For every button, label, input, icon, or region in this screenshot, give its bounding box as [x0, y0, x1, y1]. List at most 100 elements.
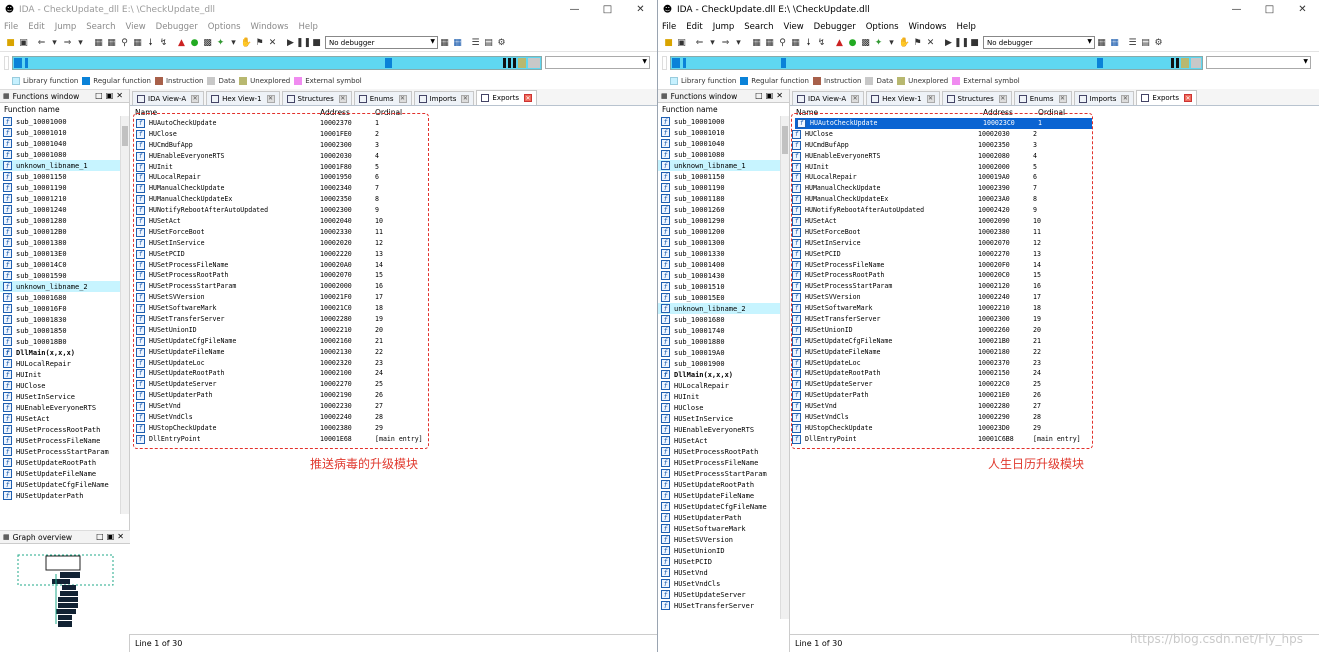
stack-icon[interactable]: ▤ [1139, 36, 1152, 50]
graph-icon[interactable]: ▲ [833, 36, 846, 50]
export-row[interactable]: f HUSetUnionID 10002260 20 [790, 325, 1319, 336]
menu-view[interactable]: View [783, 22, 803, 32]
export-row[interactable]: f HUSetUpdateServer 10002270 25 [130, 379, 657, 390]
down-arrow-icon[interactable]: 🠗 [802, 36, 815, 50]
function-list-item[interactable]: f DllMain(x,x,x) [0, 347, 129, 358]
export-row[interactable]: f HUSetUpdateLoc 10002320 23 [130, 358, 657, 369]
function-list-item[interactable]: f HUSetProcessStartParam [658, 468, 789, 479]
panel-controls[interactable]: □▣✕ [755, 91, 786, 100]
export-row[interactable]: f HUSetProcessStartParam 10002120 16 [790, 281, 1319, 292]
function-list-item[interactable]: f HUSetUnionID [658, 545, 789, 556]
export-row[interactable]: f HUSetAct 10002040 10 [130, 216, 657, 227]
open-folder-icon[interactable]: ■ [4, 36, 17, 50]
function-list-item[interactable]: f sub_10001190 [0, 182, 129, 193]
close-icon[interactable]: ✕ [266, 94, 275, 103]
function-list-item[interactable]: f sub_10001190 [658, 182, 789, 193]
search-icon[interactable]: ⚲ [776, 36, 789, 50]
function-list-item[interactable]: f HUSetProcessFileName [658, 457, 789, 468]
export-row[interactable]: f HUSetProcessStartParam 10002000 16 [130, 281, 657, 292]
function-list-item[interactable]: f sub_10001900 [658, 358, 789, 369]
text-search-icon[interactable]: ▦ [763, 36, 776, 50]
next-search-icon[interactable]: ▦ [789, 36, 802, 50]
tab-structures[interactable]: Structures ✕ [281, 91, 352, 105]
export-row[interactable]: f HUNotifyRebootAfterAutoUpdated 10002420 9 [790, 205, 1319, 216]
function-list-item[interactable]: f HUSetUpdateRootPath [0, 457, 129, 468]
tab-imports[interactable]: Imports ✕ [1073, 91, 1135, 105]
export-row[interactable]: f HUAutoCheckUpdate 100023C0 1 [795, 118, 1092, 129]
function-list-item[interactable]: f HUSetInService [0, 391, 129, 402]
function-list-item[interactable]: f unknown_libname_1 [658, 160, 789, 171]
maximize-icon[interactable]: □ [1253, 0, 1286, 19]
function-list-item[interactable]: f sub_10001380 [0, 237, 129, 248]
function-list-item[interactable]: f HUSetUpdateCfgFileName [658, 501, 789, 512]
function-list-item[interactable]: f sub_10001180 [658, 193, 789, 204]
function-list-item[interactable]: f HUSetUpdateFileName [0, 468, 129, 479]
flag-icon[interactable]: ⚑ [253, 36, 266, 50]
function-list-item[interactable]: f sub_10001040 [658, 138, 789, 149]
export-row[interactable]: f HUSetVndCls 10002240 28 [130, 412, 657, 423]
navigation-bar[interactable] [670, 55, 1203, 70]
menu-debugger[interactable]: Debugger [814, 22, 856, 32]
function-list-item[interactable]: f unknown_libname_2 [658, 303, 789, 314]
function-list-item[interactable]: f sub_10001280 [0, 215, 129, 226]
cross-icon[interactable]: ✕ [266, 36, 279, 50]
plugin-icon[interactable]: ▩ [859, 36, 872, 50]
function-list-item[interactable]: f sub_10001010 [0, 127, 129, 138]
close-icon[interactable]: ✕ [191, 94, 200, 103]
function-list-item[interactable]: f HUInit [0, 369, 129, 380]
function-list-item[interactable]: f sub_10001680 [0, 292, 129, 303]
export-row[interactable]: f HUSetProcessRootPath 10002070 15 [130, 270, 657, 281]
hand-icon[interactable]: ✋ [898, 36, 911, 50]
function-list-item[interactable]: f HULocalRepair [658, 380, 789, 391]
dropdown-arrow-icon[interactable]: ▾ [48, 36, 61, 50]
function-list-item[interactable]: f HUSetUpdaterPath [0, 490, 129, 501]
panel-controls[interactable]: □▣✕ [95, 91, 126, 100]
export-row[interactable]: f HUManualCheckUpdate 10002390 7 [790, 183, 1319, 194]
export-row[interactable]: f HULocalRepair 100019A0 6 [790, 172, 1319, 183]
tab-enums[interactable]: Enums ✕ [1013, 91, 1072, 105]
function-list-item[interactable]: f sub_10001880 [658, 336, 789, 347]
flag-icon[interactable]: ⚑ [911, 36, 924, 50]
function-list-item[interactable]: f HUEnableEveryoneRTS [0, 402, 129, 413]
dropdown-arrow-icon[interactable]: ▾ [227, 36, 240, 50]
export-row[interactable]: f HUSetSVVersion 10002240 17 [790, 292, 1319, 303]
export-row[interactable]: f HUSetUpdateServer 100022C0 25 [790, 379, 1319, 390]
cross-icon[interactable]: ✕ [924, 36, 937, 50]
hand-icon[interactable]: ✋ [240, 36, 253, 50]
expand-icon[interactable]: ↯ [815, 36, 828, 50]
column-header-ordinal[interactable]: Ordinal [375, 108, 402, 117]
export-row[interactable]: f HUSetSoftwareMark 10002210 18 [790, 303, 1319, 314]
export-row[interactable]: f HUSetUpdaterPath 100021E0 26 [790, 390, 1319, 401]
function-list-item[interactable]: f HUInit [658, 391, 789, 402]
function-list-item[interactable]: f unknown_libname_2 [0, 281, 129, 292]
export-row[interactable]: f HULocalRepair 10001950 6 [130, 172, 657, 183]
forward-arrow-icon[interactable]: ⇒ [61, 36, 74, 50]
export-row[interactable]: f HUSetUpdateCfgFileName 10002160 21 [130, 336, 657, 347]
tab-enums[interactable]: Enums ✕ [353, 91, 412, 105]
save-icon[interactable]: ▣ [675, 36, 688, 50]
export-row[interactable]: f HUSetUpdateRootPath 10002100 24 [130, 368, 657, 379]
tab-exports[interactable]: Exports ✕ [476, 90, 537, 105]
export-row[interactable]: f HUSetPCID 10002220 13 [130, 249, 657, 260]
close-icon[interactable]: ✕ [926, 94, 935, 103]
sparkle-icon[interactable]: ✦ [872, 36, 885, 50]
export-row[interactable]: f HUSetUnionID 10002210 20 [130, 325, 657, 336]
menu-view[interactable]: View [125, 22, 145, 32]
graph-icon[interactable]: ▲ [175, 36, 188, 50]
scrollbar-thumb[interactable] [122, 126, 128, 146]
dropdown-arrow-icon[interactable]: ▾ [706, 36, 719, 50]
menu-search[interactable]: Search [744, 22, 773, 32]
list-icon[interactable]: ☰ [1126, 36, 1139, 50]
list-icon[interactable]: ☰ [469, 36, 482, 50]
function-list-item[interactable]: f unknown_libname_1 [0, 160, 129, 171]
export-row[interactable]: f HUSetUpdaterPath 10002190 26 [130, 390, 657, 401]
menu-edit[interactable]: Edit [686, 22, 702, 32]
function-list-item[interactable]: f sub_10001830 [0, 314, 129, 325]
tab-exports[interactable]: Exports ✕ [1136, 90, 1197, 105]
export-row[interactable]: f HUClose 10002030 2 [790, 129, 1319, 140]
export-row[interactable]: f HUInit 10001F80 5 [130, 162, 657, 173]
close-icon[interactable]: ✕ [1286, 0, 1319, 19]
export-row[interactable]: f HUSetVnd 10002280 27 [790, 401, 1319, 412]
minimize-icon[interactable]: — [558, 0, 591, 19]
save-icon[interactable]: ▣ [17, 36, 30, 50]
